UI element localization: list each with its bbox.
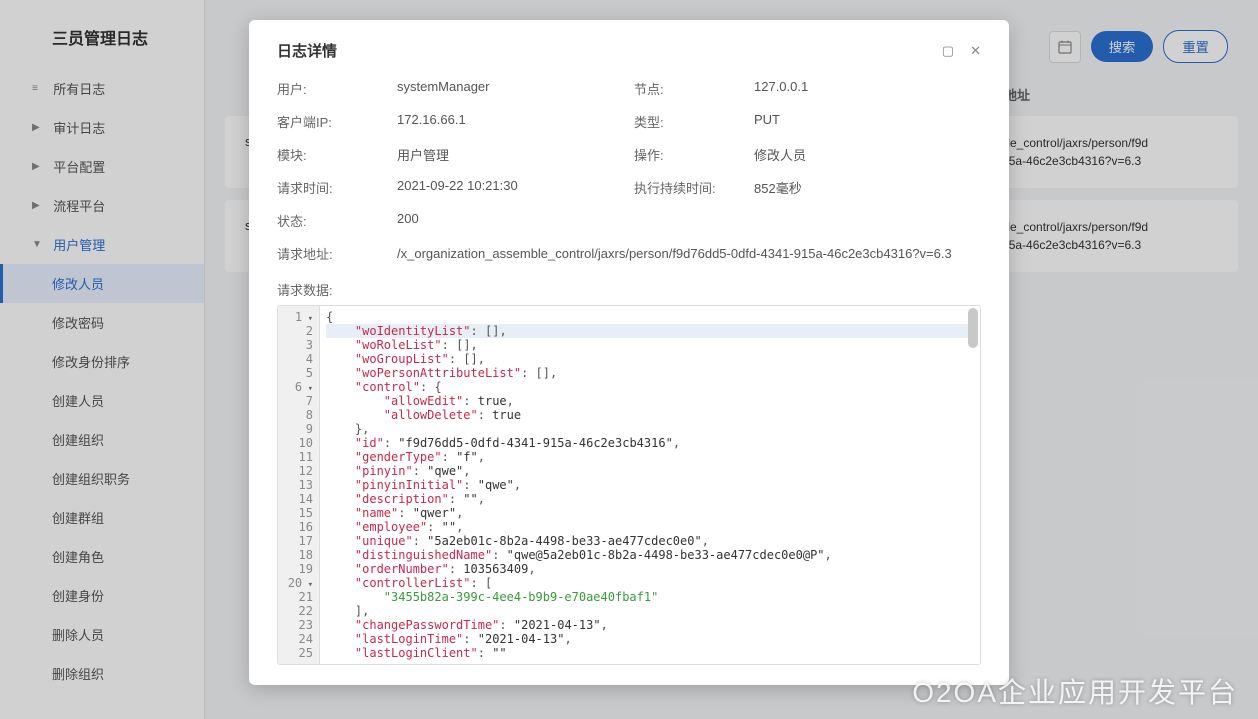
label-node: 节点: <box>634 79 744 98</box>
label-module: 模块: <box>277 145 387 164</box>
code-content[interactable]: { "woIdentityList": [], "woRoleList": []… <box>320 306 980 664</box>
value-operation: 修改人员 <box>754 145 981 164</box>
modal-overlay: 日志详情 ▢ ✕ 用户: systemManager 节点: 127.0.0.1… <box>0 0 1258 719</box>
value-type: PUT <box>754 112 981 131</box>
label-client-ip: 客户端IP: <box>277 112 387 131</box>
modal-title: 日志详情 <box>277 40 337 61</box>
label-type: 类型: <box>634 112 744 131</box>
maximize-icon[interactable]: ▢ <box>942 43 954 59</box>
label-req-data: 请求数据: <box>277 280 981 299</box>
value-exec-dur: 852毫秒 <box>754 178 981 197</box>
value-user: systemManager <box>397 79 624 98</box>
code-scrollbar[interactable] <box>968 308 978 348</box>
detail-grid: 用户: systemManager 节点: 127.0.0.1 客户端IP: 1… <box>277 79 981 264</box>
value-status: 200 <box>397 211 624 230</box>
close-icon[interactable]: ✕ <box>970 43 981 59</box>
label-status: 状态: <box>277 211 387 230</box>
code-gutter: 1 ▾23456 ▾7891011121314151617181920 ▾212… <box>278 306 320 664</box>
log-detail-modal: 日志详情 ▢ ✕ 用户: systemManager 节点: 127.0.0.1… <box>249 20 1009 685</box>
value-req-time: 2021-09-22 10:21:30 <box>397 178 624 197</box>
label-user: 用户: <box>277 79 387 98</box>
value-client-ip: 172.16.66.1 <box>397 112 624 131</box>
label-operation: 操作: <box>634 145 744 164</box>
label-req-addr: 请求地址: <box>277 244 387 264</box>
value-node: 127.0.0.1 <box>754 79 981 98</box>
label-req-time: 请求时间: <box>277 178 387 197</box>
value-module: 用户管理 <box>397 145 624 164</box>
value-req-addr: /x_organization_assemble_control/jaxrs/p… <box>397 244 981 264</box>
code-viewer: 1 ▾23456 ▾7891011121314151617181920 ▾212… <box>277 305 981 665</box>
label-exec-dur: 执行持续时间: <box>634 178 744 197</box>
